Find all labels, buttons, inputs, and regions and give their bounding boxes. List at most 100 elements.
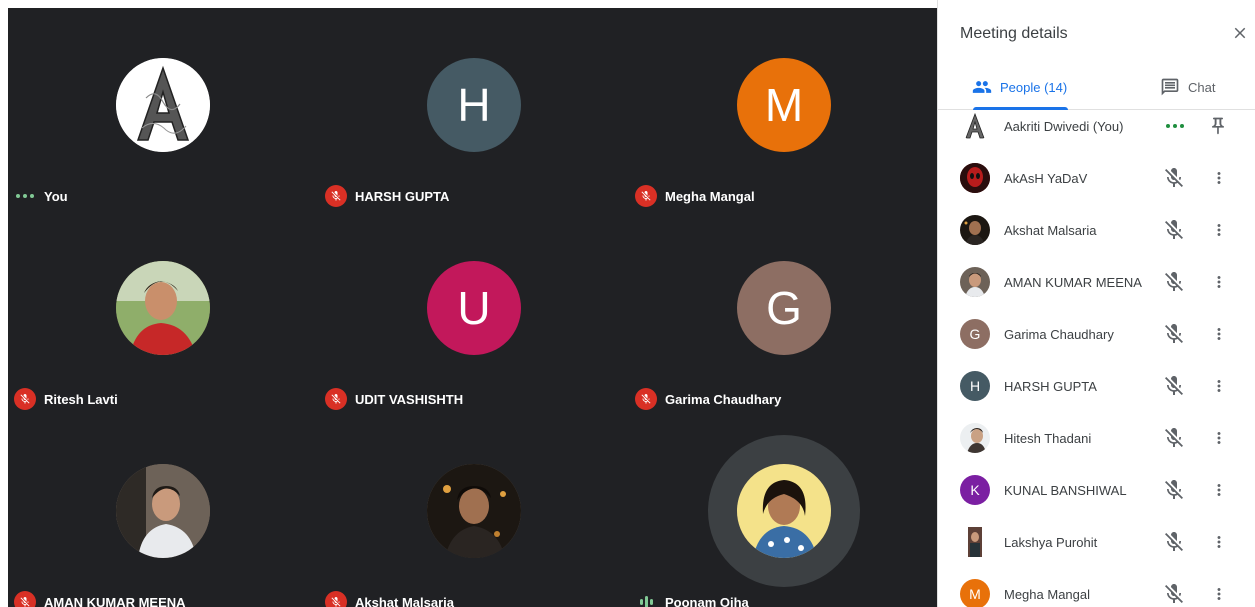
participant-name: Ritesh Lavti	[44, 391, 118, 407]
avatar: M	[960, 579, 990, 607]
mic-off-icon	[635, 185, 657, 207]
list-item[interactable]: Akshat Malsaria	[938, 204, 1255, 256]
list-item[interactable]: Lakshya Purohit	[938, 516, 1255, 568]
chat-icon	[1161, 78, 1179, 96]
avatar: U	[427, 261, 521, 355]
avatar-letter: G	[766, 282, 802, 334]
more-options-icon[interactable]	[1210, 582, 1228, 606]
letter-a-logo-icon	[965, 112, 985, 139]
participant-tile-ritesh-lavti[interactable]: Ritesh Lavti	[8, 211, 318, 411]
list-item[interactable]: Hitesh Thadani	[938, 412, 1255, 464]
more-options-icon[interactable]	[1210, 322, 1228, 346]
person-name: Akshat Malsaria	[1004, 222, 1097, 238]
list-item[interactable]: AkAsH YaDaV	[938, 152, 1255, 204]
mic-off-icon[interactable]	[1162, 322, 1186, 346]
mic-off-icon[interactable]	[1162, 166, 1186, 190]
tile-name-row: You	[14, 186, 68, 206]
tile-name-row: Megha Mangal	[635, 185, 755, 207]
tile-name-row: Akshat Malsaria	[325, 591, 454, 607]
avatar-photo	[116, 464, 210, 558]
meeting-details-panel: Meeting details People (14) Chat Aakriti…	[937, 0, 1255, 607]
mic-off-icon[interactable]	[1162, 582, 1186, 606]
participant-tile-udit-vashishth[interactable]: U UDIT VASHISHTH	[319, 211, 629, 411]
person-photo-icon	[427, 464, 521, 558]
participant-name: UDIT VASHISHTH	[355, 391, 464, 407]
participant-tile-garima-chaudhary[interactable]: G Garima Chaudhary	[629, 211, 939, 411]
list-item[interactable]: Aakriti Dwivedi (You)	[938, 110, 1255, 152]
avatar: H	[960, 371, 990, 401]
avatar-photo	[960, 423, 990, 453]
avatar: G	[737, 261, 831, 355]
more-options-icon[interactable]	[1210, 426, 1228, 450]
person-name: AkAsH YaDaV	[1004, 170, 1088, 186]
list-item[interactable]: K KUNAL BANSHIWAL	[938, 464, 1255, 516]
person-name: Megha Mangal	[1004, 586, 1090, 602]
list-item[interactable]: G Garima Chaudhary	[938, 308, 1255, 360]
avatar-photo	[960, 215, 990, 245]
tile-name-row: AMAN KUMAR MEENA	[14, 591, 186, 607]
person-name: Hitesh Thadani	[1004, 430, 1092, 446]
participant-name: You	[44, 188, 68, 204]
person-photo-icon	[116, 261, 210, 355]
participant-name: AMAN KUMAR MEENA	[44, 594, 186, 607]
avatar: H	[427, 58, 521, 152]
avatar-letter: G	[969, 326, 981, 342]
more-options-icon[interactable]	[1210, 218, 1228, 242]
avatar-photo	[427, 464, 521, 558]
avatar-photo	[737, 464, 831, 558]
participant-tile-poonam-ojha[interactable]: Poonam Ojha	[629, 414, 939, 607]
participant-tile-you[interactable]: You	[8, 8, 318, 208]
avatar-letter: M	[969, 586, 981, 602]
mic-off-icon[interactable]	[1162, 270, 1186, 294]
tile-name-row: Garima Chaudhary	[635, 388, 781, 410]
avatar-photo	[960, 163, 990, 193]
avatar-photo	[116, 261, 210, 355]
avatar: G	[960, 319, 990, 349]
panel-title: Meeting details	[960, 25, 1068, 42]
participant-tile-megha-mangal[interactable]: M Megha Mangal	[629, 8, 939, 208]
pin-icon[interactable]	[1208, 116, 1228, 136]
tab-people[interactable]: People (14)	[972, 64, 1067, 110]
speaking-dots-icon	[14, 194, 36, 198]
speaking-dots-icon	[1166, 124, 1184, 128]
tab-chat[interactable]: Chat	[1160, 64, 1215, 110]
more-options-icon[interactable]	[1210, 478, 1228, 502]
more-options-icon[interactable]	[1210, 270, 1228, 294]
tile-name-row: HARSH GUPTA	[325, 185, 450, 207]
mic-off-icon	[325, 185, 347, 207]
avatar-photo	[968, 527, 982, 557]
mic-off-icon	[325, 388, 347, 410]
participant-name: HARSH GUPTA	[355, 188, 450, 204]
mic-off-icon[interactable]	[1162, 218, 1186, 242]
mic-off-icon	[635, 388, 657, 410]
participant-tile-akshat-malsaria[interactable]: Akshat Malsaria	[319, 414, 629, 607]
person-name: Aakriti Dwivedi (You)	[1004, 118, 1124, 134]
more-options-icon[interactable]	[1210, 530, 1228, 554]
avatar-logo-a	[116, 58, 210, 152]
avatar-letter: U	[457, 282, 491, 334]
panel-tabs: People (14) Chat	[938, 64, 1255, 110]
list-item[interactable]: AMAN KUMAR MEENA	[938, 256, 1255, 308]
participant-name: Akshat Malsaria	[355, 594, 454, 607]
person-name: Lakshya Purohit	[1004, 534, 1098, 550]
list-item[interactable]: H HARSH GUPTA	[938, 360, 1255, 412]
avatar-letter: K	[970, 482, 980, 498]
mic-off-icon[interactable]	[1162, 478, 1186, 502]
person-photo-icon	[116, 464, 210, 558]
mic-off-icon[interactable]	[1162, 530, 1186, 554]
tile-name-row: Ritesh Lavti	[14, 388, 118, 410]
person-name: AMAN KUMAR MEENA	[1004, 274, 1142, 290]
mic-off-icon[interactable]	[1162, 426, 1186, 450]
close-icon[interactable]	[1231, 24, 1249, 42]
mic-off-icon[interactable]	[1162, 374, 1186, 398]
participant-tile-aman-kumar-meena[interactable]: AMAN KUMAR MEENA	[8, 414, 318, 607]
person-photo-icon	[737, 464, 831, 558]
more-options-icon[interactable]	[1210, 166, 1228, 190]
more-options-icon[interactable]	[1210, 374, 1228, 398]
participant-name: Megha Mangal	[665, 188, 755, 204]
participant-tile-harsh-gupta[interactable]: H HARSH GUPTA	[319, 8, 629, 208]
list-item[interactable]: M Megha Mangal	[938, 568, 1255, 607]
tab-people-label: People (14)	[1000, 79, 1068, 95]
mic-off-icon	[14, 388, 36, 410]
mic-off-icon	[14, 591, 36, 607]
